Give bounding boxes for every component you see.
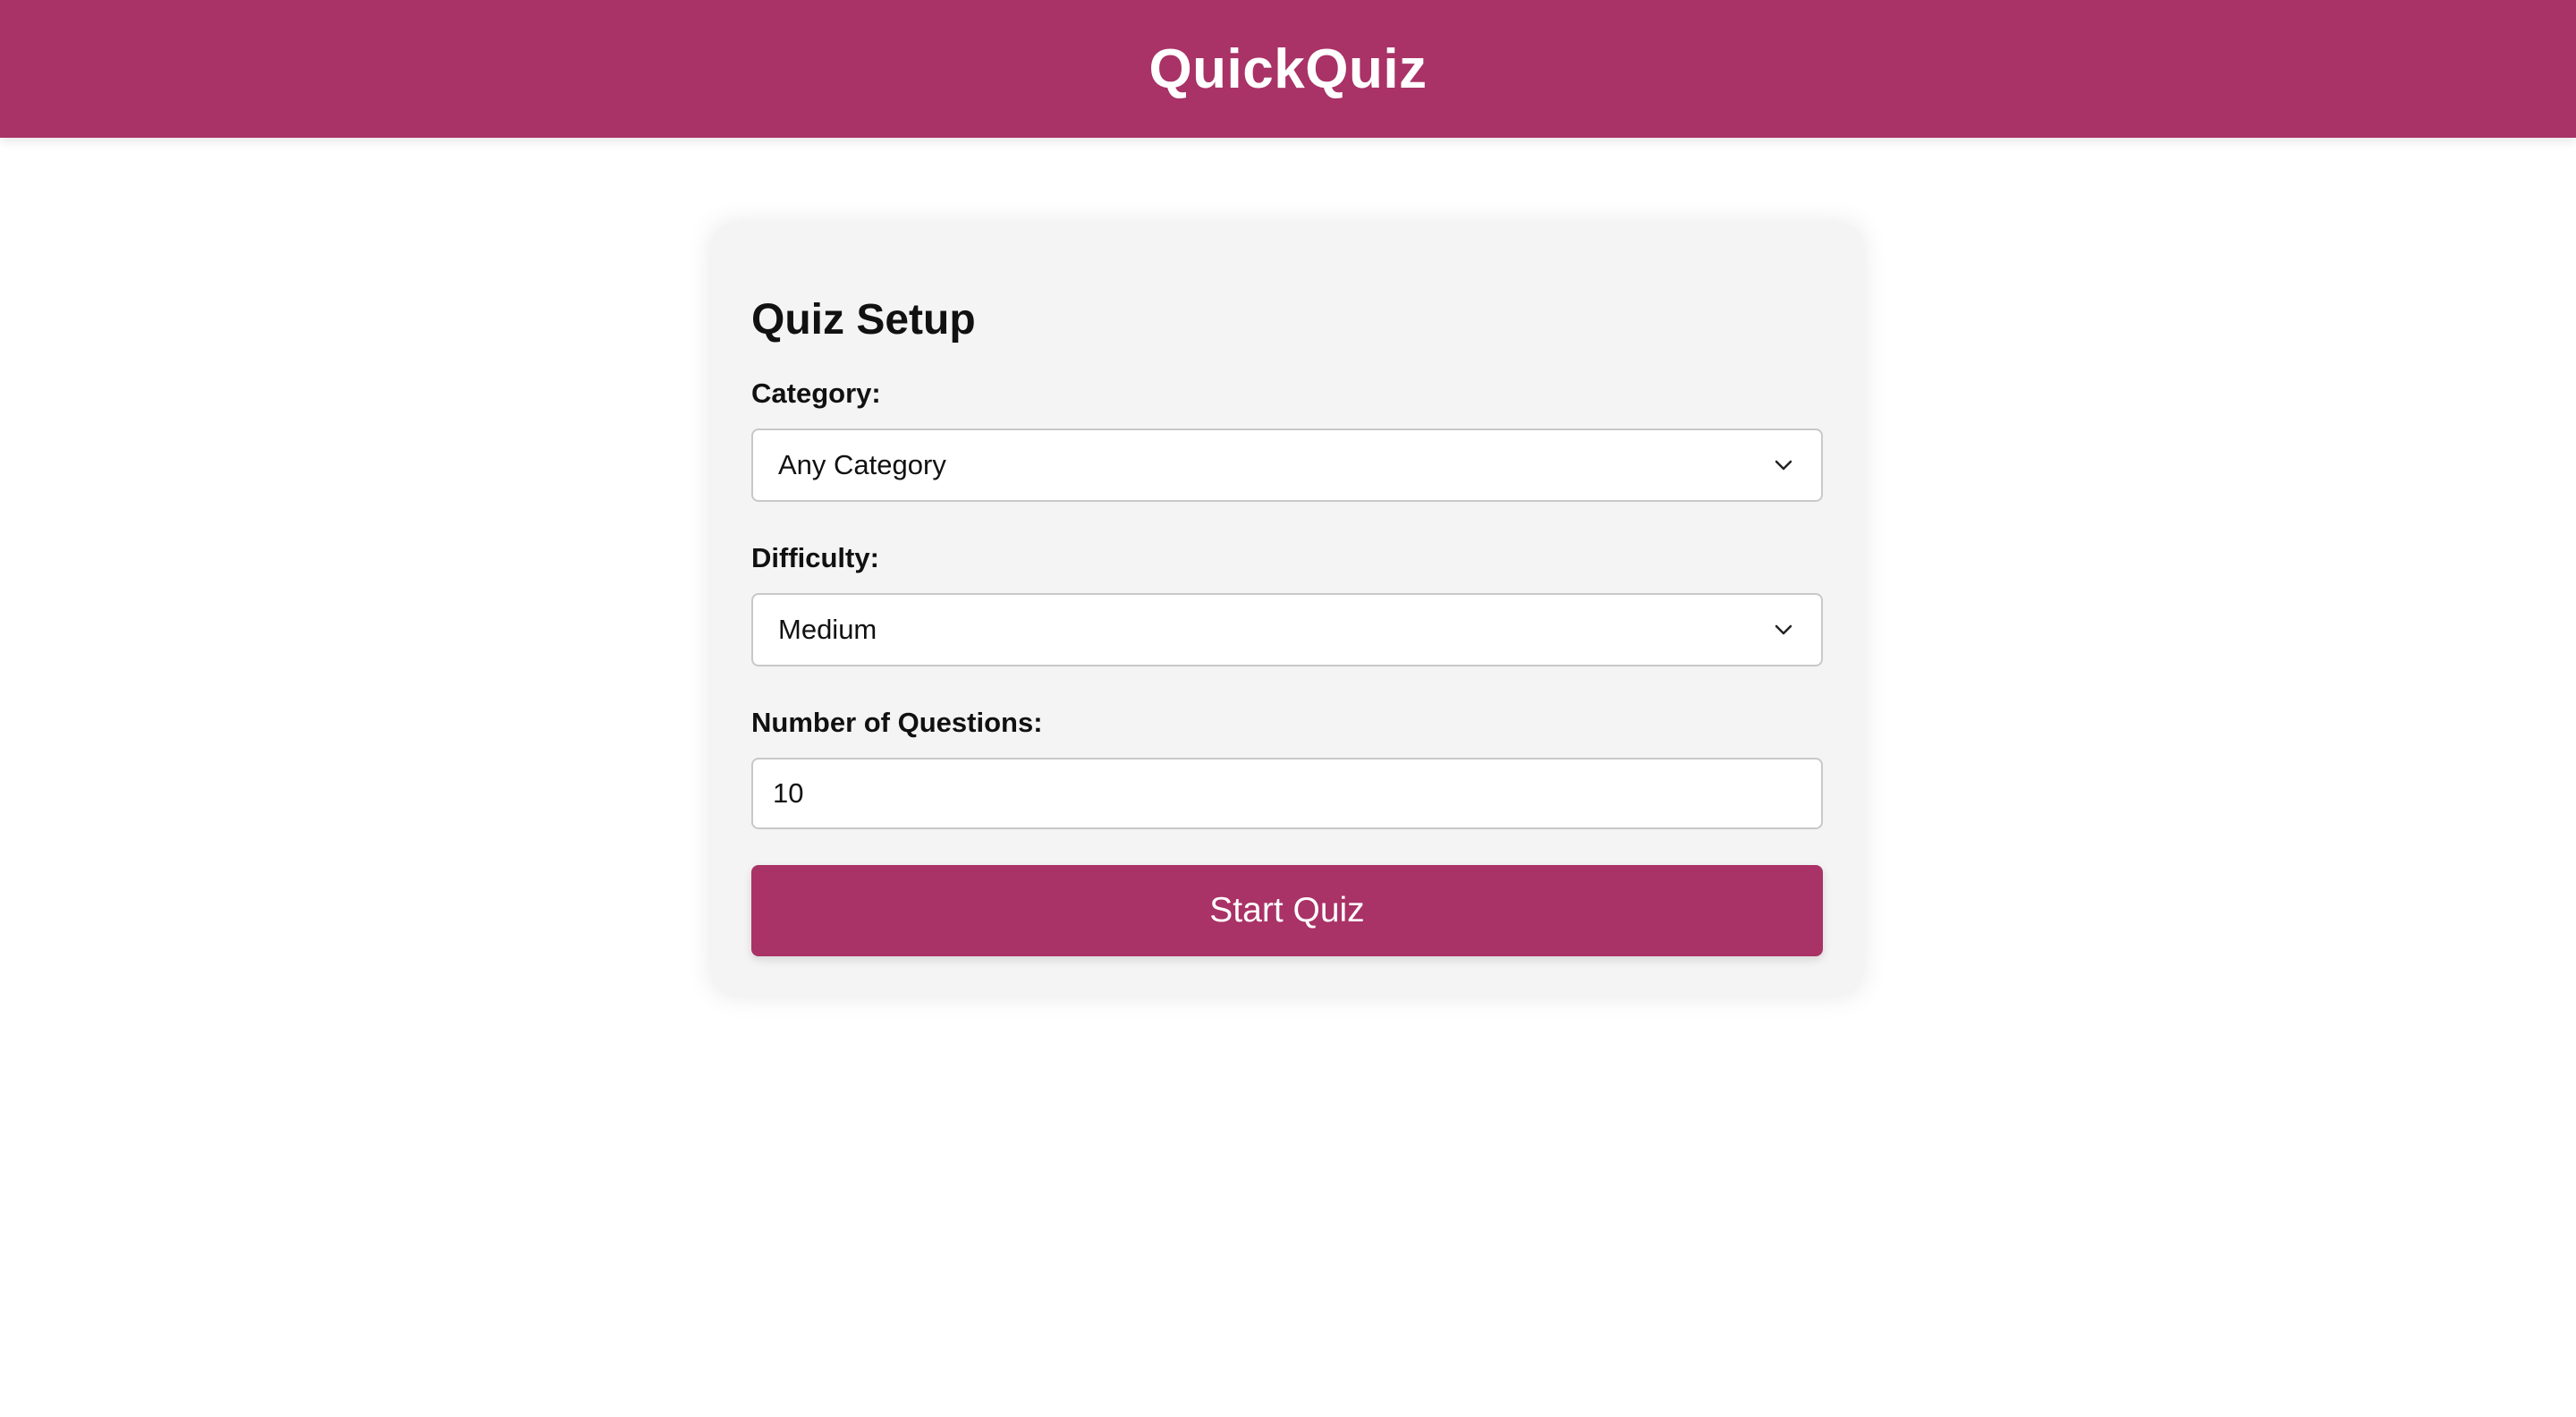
- app-header: QuickQuiz: [0, 0, 2576, 138]
- difficulty-selected-value: Medium: [778, 614, 877, 646]
- quiz-setup-title: Quiz Setup: [751, 296, 976, 344]
- chevron-down-icon: [1771, 453, 1796, 478]
- question-count-label: Number of Questions:: [751, 707, 1043, 739]
- category-select[interactable]: Any Category: [751, 428, 1823, 503]
- difficulty-select[interactable]: Medium: [751, 593, 1823, 667]
- category-selected-value: Any Category: [778, 449, 946, 481]
- start-quiz-button[interactable]: Start Quiz: [751, 865, 1823, 957]
- chevron-down-icon: [1771, 617, 1796, 642]
- difficulty-label: Difficulty:: [751, 542, 879, 574]
- app-title: QuickQuiz: [1148, 38, 1428, 100]
- category-label: Category:: [751, 378, 881, 410]
- quiz-setup-card: Quiz Setup Category: Any Category Diffic…: [712, 224, 1862, 995]
- question-count-input[interactable]: [751, 758, 1823, 830]
